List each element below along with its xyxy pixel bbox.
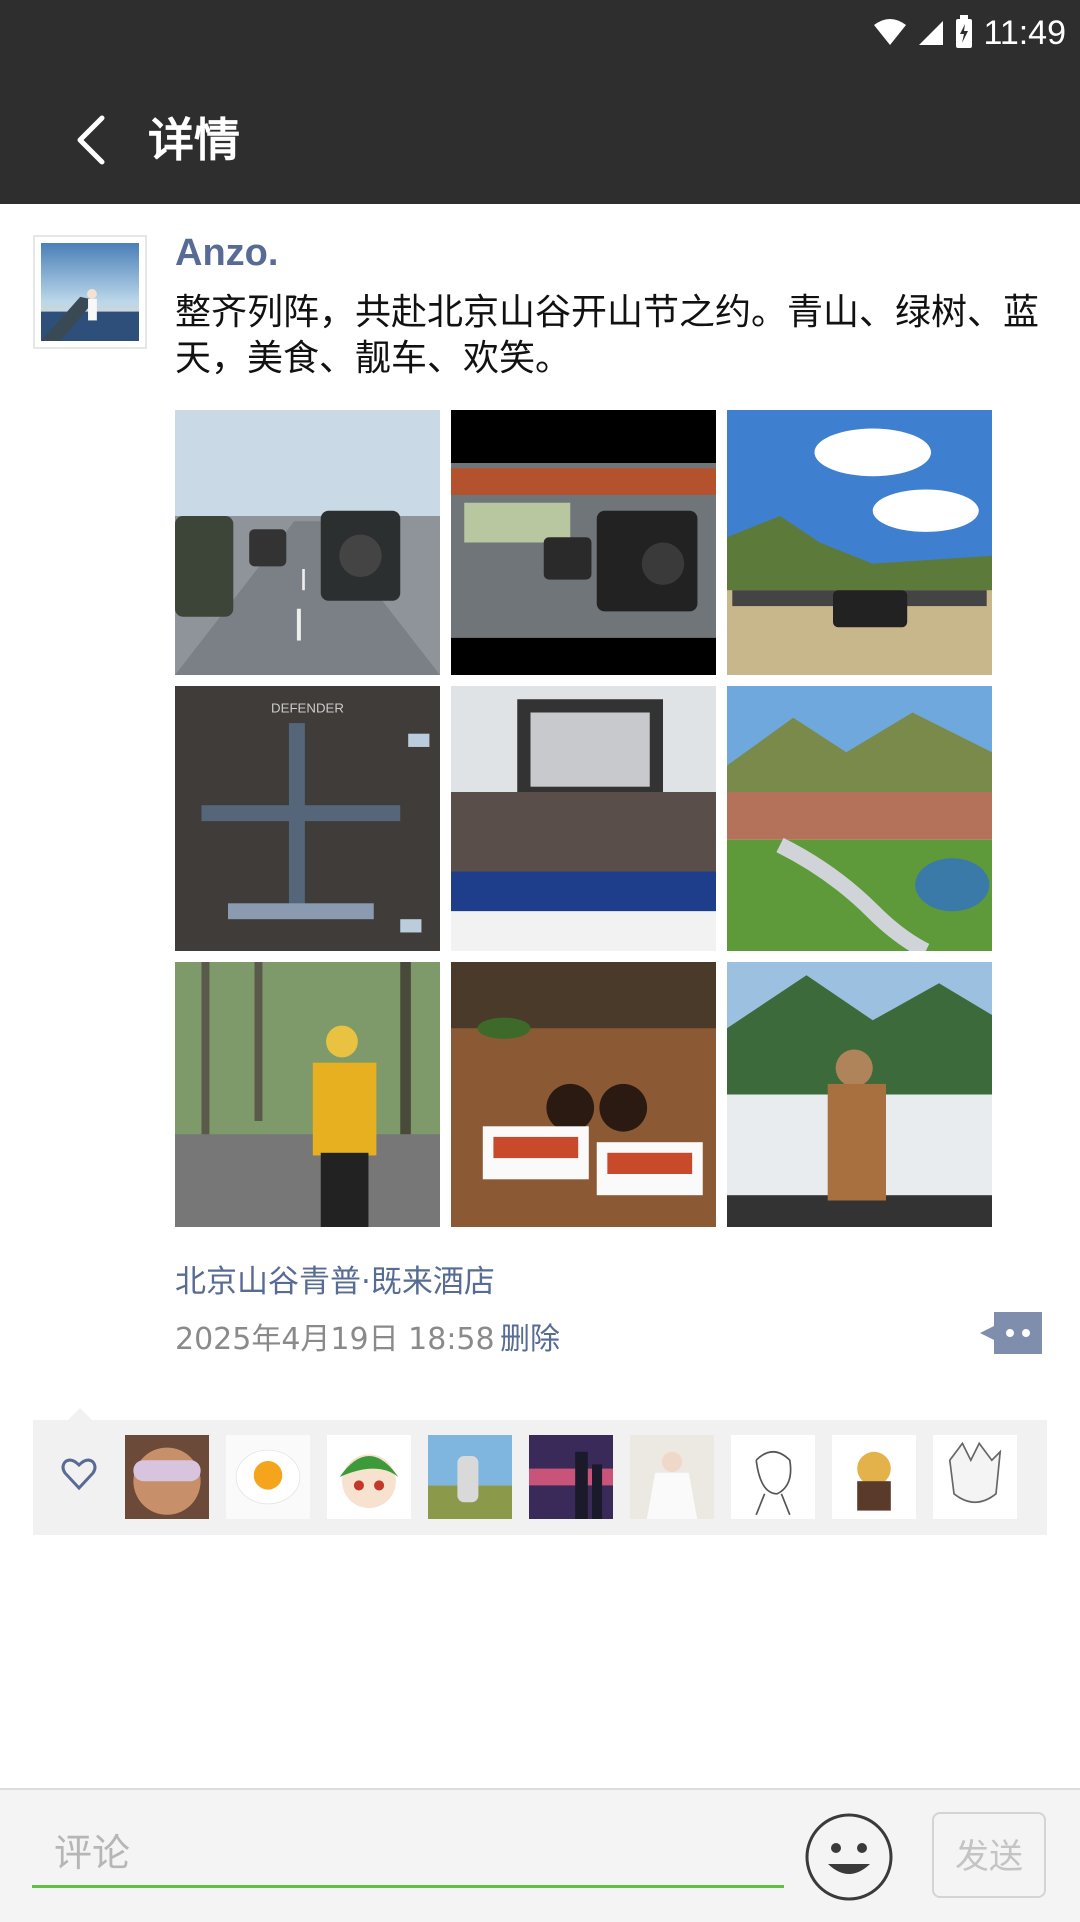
svg-text:DEFENDER: DEFENDER: [271, 701, 344, 716]
post-text: 整齐列阵，共赴北京山谷开山节之约。青山、绿树、蓝天，美食、靓车、欢笑。: [175, 292, 1040, 379]
liker-avatar-2[interactable]: [226, 1435, 310, 1519]
heart-icon: [61, 1456, 97, 1492]
photo-group-banner[interactable]: [451, 686, 716, 951]
comment-input[interactable]: [32, 1820, 784, 1888]
photo-woman-mountain-view[interactable]: [727, 962, 992, 1227]
photo-convoy-highway[interactable]: [175, 410, 440, 675]
liker-avatar-6[interactable]: [630, 1435, 714, 1519]
status-time: 11:49: [983, 14, 1066, 52]
page-title: 详情: [148, 113, 240, 167]
liker-avatar-9[interactable]: [933, 1435, 1017, 1519]
wifi-icon: [873, 17, 907, 51]
photo-cars-parked-mountain[interactable]: [727, 410, 992, 675]
photo-convoy-tunnel[interactable]: [451, 410, 716, 675]
liker-avatar-7[interactable]: [731, 1435, 815, 1519]
title-bar: 详情: [0, 72, 1080, 204]
cellular-signal-icon: [917, 17, 945, 51]
post-author-name[interactable]: Anzo.: [175, 232, 278, 275]
post-timestamp: 2025年4月19日 18:58: [175, 1322, 495, 1357]
photo-village-landscape[interactable]: [727, 686, 992, 951]
photo-aerial-cross-formation[interactable]: DEFENDER: [175, 686, 440, 951]
author-avatar[interactable]: [33, 235, 147, 349]
liker-avatar-5[interactable]: [529, 1435, 613, 1519]
photo-grid: DEFENDER: [175, 410, 993, 1227]
send-button[interactable]: 发送: [932, 1812, 1046, 1898]
battery-charging-icon: [955, 14, 973, 53]
back-arrow-icon[interactable]: [70, 112, 120, 168]
liker-avatar-1[interactable]: [125, 1435, 209, 1519]
photo-woman-forest[interactable]: [175, 962, 440, 1227]
liker-avatar-3[interactable]: [327, 1435, 411, 1519]
status-bar: 11:49: [0, 0, 1080, 72]
likes-panel: [33, 1420, 1047, 1535]
delete-link[interactable]: 删除: [500, 1314, 560, 1358]
liker-avatar-8[interactable]: [832, 1435, 916, 1519]
comment-bar: 发送: [0, 1788, 1080, 1922]
photo-hotdogs-coffee[interactable]: [451, 962, 716, 1227]
post-location[interactable]: 北京山谷青普·既来酒店: [175, 1256, 495, 1301]
liker-avatar-4[interactable]: [428, 1435, 512, 1519]
emoji-smiley-icon[interactable]: [804, 1812, 894, 1902]
status-icons: 11:49: [873, 14, 1066, 53]
comment-more-icon[interactable]: [980, 1312, 1042, 1354]
